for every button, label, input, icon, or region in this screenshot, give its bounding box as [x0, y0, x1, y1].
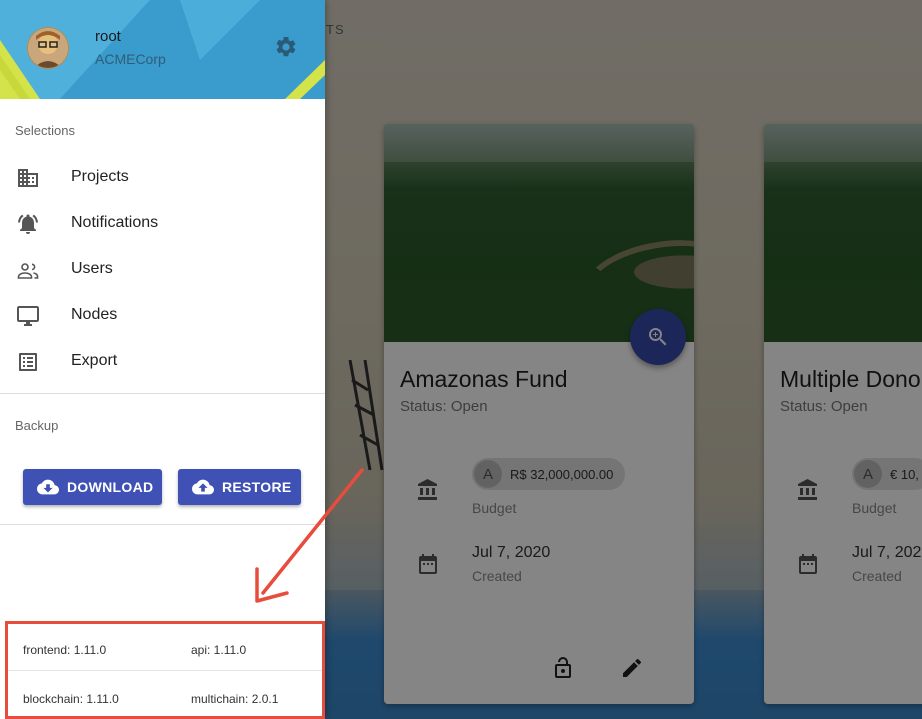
nav-item-label: Notifications [71, 214, 159, 231]
nav-item-export[interactable]: Export [0, 339, 325, 385]
nav-item-projects[interactable]: Projects [0, 155, 325, 201]
nav-item-label: Export [71, 352, 118, 369]
drawer-header: root ACMECorp [0, 0, 325, 99]
backup-subheader: Backup [15, 418, 59, 433]
divider [0, 393, 325, 394]
nav-item-label: Projects [71, 168, 129, 185]
multichain-version: multichain: 2.0.1 [191, 692, 279, 706]
api-version: api: 1.11.0 [191, 643, 247, 657]
avatar [27, 27, 69, 69]
download-button[interactable]: DOWNLOAD [23, 469, 162, 505]
annotation-arrow [255, 468, 364, 603]
list-icon [19, 353, 37, 371]
nav-item-label: Users [71, 260, 113, 277]
frontend-version: frontend: 1.11.0 [23, 643, 107, 657]
nav-item-label: Nodes [71, 306, 118, 323]
selections-subheader: Selections [15, 123, 75, 138]
bell-icon [18, 214, 38, 234]
users-icon [17, 263, 39, 279]
avatar-image [28, 28, 68, 68]
cloud-upload-icon [192, 479, 214, 495]
blockchain-version: blockchain: 1.11.0 [23, 692, 119, 706]
building-icon [18, 169, 38, 187]
nav-item-users[interactable]: Users [0, 247, 325, 293]
user-name: root [95, 28, 121, 45]
nav-item-nodes[interactable]: Nodes [0, 293, 325, 339]
version-info-highlight: frontend: 1.11.0 api: 1.11.0 blockchain:… [5, 621, 325, 719]
monitor-icon [17, 306, 39, 326]
gear-icon[interactable] [274, 35, 298, 59]
nav-item-notifications[interactable]: Notifications [0, 201, 325, 247]
user-organization: ACMECorp [95, 51, 166, 67]
version-row: frontend: 1.11.0 api: 1.11.0 [8, 624, 322, 670]
version-row: blockchain: 1.11.0 multichain: 2.0.1 [8, 670, 322, 717]
cloud-download-icon [37, 479, 59, 495]
download-label: DOWNLOAD [67, 479, 154, 495]
navigation-drawer: root ACMECorp Selections Projects Notifi… [0, 0, 325, 719]
